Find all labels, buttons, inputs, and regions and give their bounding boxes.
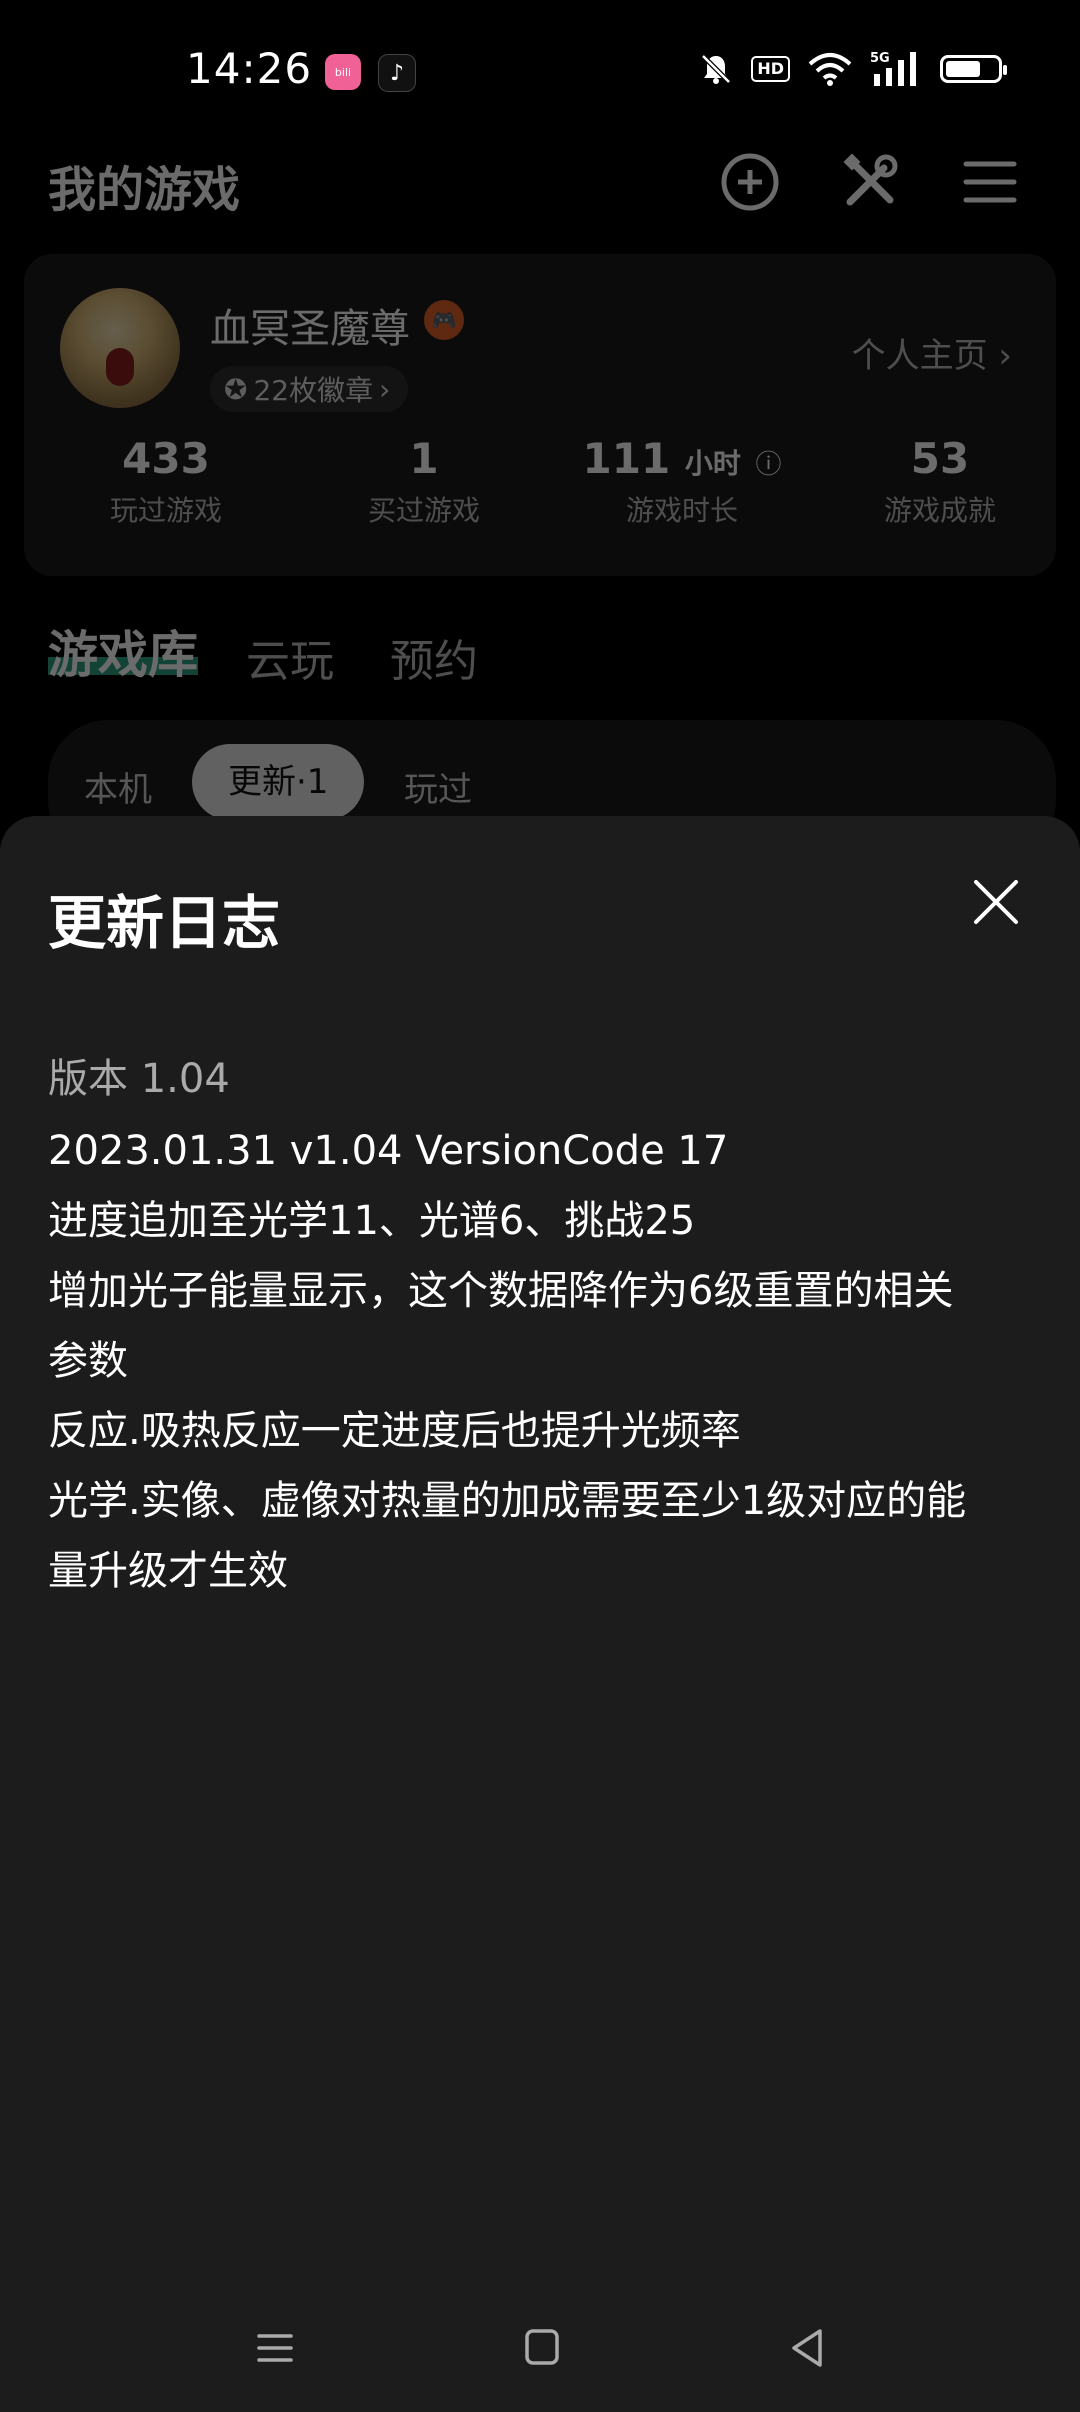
tab-cloud-play[interactable]: 云玩 <box>246 625 334 689</box>
add-circle-icon[interactable] <box>718 150 782 214</box>
profile-link[interactable]: 个人主页 › <box>852 328 1012 377</box>
subtab-played[interactable]: 玩过 <box>404 762 472 811</box>
stat-unit: 小时 <box>684 447 741 480</box>
changelog-text: 2023.01.31 v1.04 VersionCode 17 进度追加至光学1… <box>48 1116 1028 1606</box>
stat-achievements[interactable]: 53 游戏成就 <box>830 434 1050 529</box>
changelog-line: 2023.01.31 v1.04 VersionCode 17 <box>48 1128 729 1174</box>
changelog-line: 反应.吸热反应一定进度后也提升光频率 <box>48 1408 741 1454</box>
chevron-right-icon: › <box>379 372 391 406</box>
tiktok-icon: ♪ <box>378 54 416 92</box>
changelog-line: 进度追加至光学11、光谱6、挑战25 <box>48 1198 696 1244</box>
bell-muted-icon <box>701 54 732 84</box>
svg-text:5G: 5G <box>870 51 890 66</box>
stat-value: 1 <box>409 434 439 483</box>
stat-bought[interactable]: 1 买过游戏 <box>314 434 534 529</box>
menu-icon[interactable] <box>958 150 1022 214</box>
screen: 14:26 bili ♪ HD 5G 我的游戏 血冥圣魔尊 🎮 ✪ 22枚徽章 … <box>0 0 1080 2412</box>
tab-reservations[interactable]: 预约 <box>390 625 478 689</box>
tools-icon[interactable] <box>838 150 902 214</box>
nav-home-icon[interactable] <box>512 2318 572 2378</box>
status-time: 14:26 <box>186 44 313 93</box>
wifi-icon <box>808 53 852 86</box>
stat-label: 玩过游戏 <box>109 494 222 527</box>
changelog-line: 增加光子能量显示，这个数据降作为6级重置的相关 <box>48 1268 954 1314</box>
badge-count-label: 22枚徽章 <box>253 374 374 407</box>
page-title: 我的游戏 <box>48 162 241 218</box>
hd-badge: HD <box>751 56 790 82</box>
changelog-line: 量升级才生效 <box>48 1548 288 1594</box>
stat-value: 433 <box>122 434 210 483</box>
profile-link-label: 个人主页 <box>851 336 988 376</box>
stat-label: 游戏成就 <box>883 494 996 527</box>
badge-count-button[interactable]: ✪ 22枚徽章 › <box>210 366 409 412</box>
version-label: 版本 1.04 <box>48 1056 230 1102</box>
stat-played[interactable]: 433 玩过游戏 <box>56 434 276 529</box>
changelog-line: 参数 <box>48 1338 128 1384</box>
avatar[interactable] <box>60 288 180 408</box>
tab-library[interactable]: 游戏库 <box>48 615 198 687</box>
stat-playtime[interactable]: 111 小时 ⓘ 游戏时长 <box>572 434 792 529</box>
nav-back-icon[interactable] <box>778 2318 838 2378</box>
medal-icon: ✪ <box>224 372 248 406</box>
5g-signal-icon: 5G <box>870 51 916 86</box>
close-icon[interactable] <box>968 874 1024 930</box>
username: 血冥圣魔尊 <box>210 306 410 352</box>
changelog-sheet: 更新日志 版本 1.04 2023.01.31 v1.04 VersionCod… <box>0 816 1080 2412</box>
status-indicators: HD 5G <box>699 50 1007 88</box>
nav-menu-icon[interactable] <box>245 2318 305 2378</box>
stat-number: 111 <box>582 434 671 483</box>
stat-value: 53 <box>910 434 970 483</box>
stat-label: 买过游戏 <box>367 494 480 527</box>
profile-card[interactable]: 血冥圣魔尊 🎮 ✪ 22枚徽章 › 个人主页 › 433 玩过游戏 1 买过游戏 <box>24 254 1056 576</box>
battery-icon <box>940 55 1007 83</box>
chevron-right-icon: › <box>998 336 1012 376</box>
status-bar: 14:26 bili ♪ HD 5G <box>0 0 1080 140</box>
bilibili-icon: bili <box>325 54 361 90</box>
stat-value: 111 小时 ⓘ <box>572 434 792 483</box>
stat-label: 游戏时长 <box>625 494 738 527</box>
subtab-local[interactable]: 本机 <box>84 762 152 811</box>
sheet-title: 更新日志 <box>48 889 281 957</box>
gamepad-badge-icon: 🎮 <box>424 300 464 340</box>
info-icon[interactable]: ⓘ <box>755 450 781 480</box>
subtab-updates[interactable]: 更新·1 <box>192 744 365 820</box>
changelog-line: 光学.实像、虚像对热量的加成需要至少1级对应的能 <box>48 1478 967 1524</box>
